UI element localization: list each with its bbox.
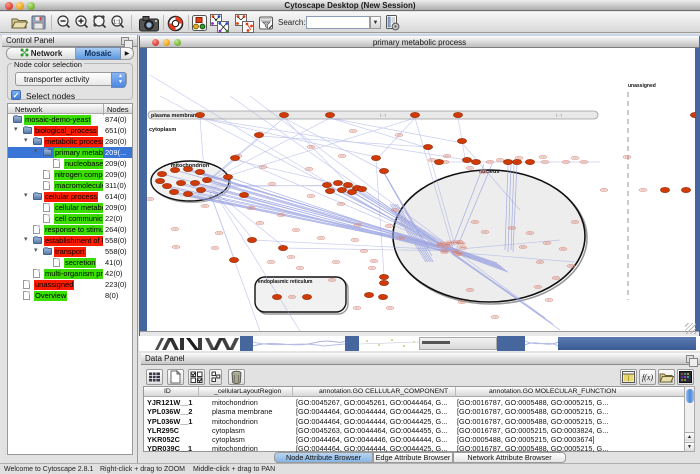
svg-text:(...): (...) (556, 112, 563, 117)
svg-text:cytoplasm: cytoplasm (149, 127, 176, 133)
svg-text:plasma membrane: plasma membrane (151, 113, 199, 119)
svg-text:(...): (...) (380, 112, 387, 117)
svg-text:1:1: 1:1 (113, 20, 121, 26)
svg-text:f(x): f(x) (642, 373, 653, 382)
svg-text:endoplasmic reticulum: endoplasmic reticulum (258, 279, 313, 285)
svg-text:unassigned: unassigned (628, 83, 656, 89)
